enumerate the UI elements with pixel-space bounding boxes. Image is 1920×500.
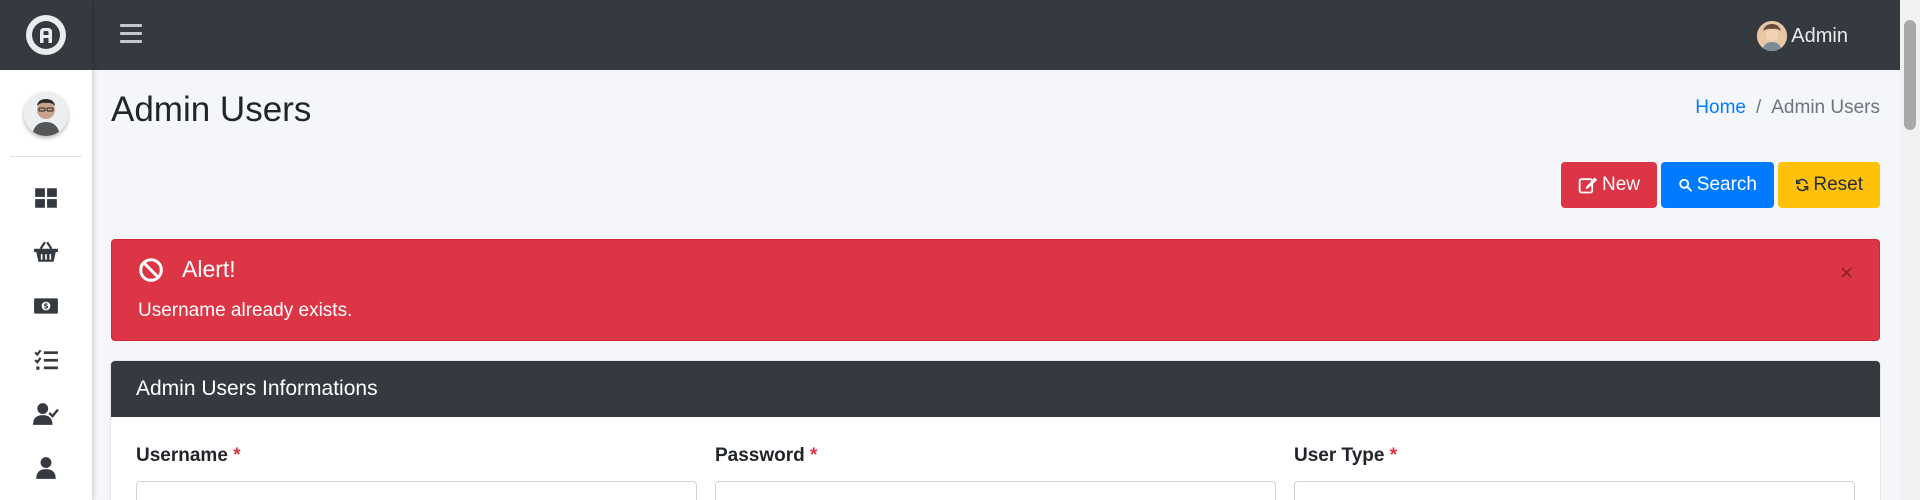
alert-header: Alert! — [138, 256, 236, 283]
required-mark: * — [810, 445, 818, 466]
user-type-label: User Type * — [1294, 445, 1398, 466]
username-input[interactable] — [136, 481, 697, 500]
new-button-label: New — [1601, 174, 1640, 195]
user-type-group: User Type * — [1294, 445, 1855, 500]
brand-logo-icon[interactable] — [26, 15, 66, 55]
user-check-icon — [33, 403, 59, 425]
password-label: Password * — [715, 445, 818, 466]
sidebar: $ — [0, 0, 92, 500]
basket-icon — [34, 241, 58, 262]
sidebar-item-orders[interactable] — [0, 225, 92, 279]
search-button-label: Search — [1696, 174, 1757, 195]
tasks-icon — [34, 349, 58, 370]
alert-title: Alert! — [182, 256, 236, 282]
dashboard-icon — [35, 188, 57, 208]
search-button[interactable]: Search — [1661, 162, 1774, 208]
required-mark: * — [233, 445, 241, 466]
breadcrumb-home-link[interactable]: Home — [1695, 97, 1746, 119]
vertical-scrollbar[interactable] — [1900, 0, 1920, 500]
user-type-select[interactable] — [1294, 481, 1855, 500]
sidebar-item-user-approval[interactable] — [0, 387, 92, 441]
page-title: Admin Users — [111, 90, 312, 129]
sidebar-item-tasks[interactable] — [0, 333, 92, 387]
breadcrumb-current: Admin Users — [1771, 97, 1880, 118]
card-title: Admin Users Informations — [111, 361, 1880, 417]
user-avatar-icon — [1757, 21, 1788, 51]
alert-close-button[interactable]: × — [1840, 262, 1853, 284]
menu-toggle-icon[interactable] — [120, 24, 142, 44]
password-group: Password * — [715, 445, 1276, 500]
sidebar-item-dashboard[interactable] — [0, 171, 92, 225]
svg-text:$: $ — [43, 302, 48, 311]
error-alert: Alert! Username already exists. × — [111, 239, 1880, 341]
top-navbar: Admin — [92, 0, 1900, 70]
scrollbar-thumb[interactable] — [1904, 20, 1916, 130]
breadcrumb: Home / Admin Users — [1695, 97, 1880, 119]
reset-button[interactable]: Reset — [1778, 162, 1880, 208]
sidebar-item-admin-users[interactable] — [0, 441, 92, 495]
password-input[interactable] — [715, 481, 1276, 500]
alert-message: Username already exists. — [138, 300, 353, 321]
user-name: Admin — [1791, 24, 1848, 47]
money-bill-icon: $ — [34, 298, 58, 314]
required-mark: * — [1389, 445, 1398, 466]
sidebar-divider — [10, 156, 82, 157]
new-button[interactable]: New — [1561, 162, 1657, 208]
search-icon — [1679, 178, 1692, 192]
user-icon — [36, 457, 56, 479]
sidebar-user-avatar[interactable] — [24, 92, 68, 136]
user-menu[interactable]: Admin — [1757, 21, 1848, 51]
action-toolbar: New Search Reset — [1561, 162, 1880, 208]
ban-icon — [139, 257, 163, 282]
sidebar-nav: $ — [0, 171, 92, 495]
username-label: Username * — [136, 445, 241, 466]
admin-users-form-card: Admin Users Informations Username * Pass… — [111, 361, 1880, 500]
username-group: Username * — [136, 445, 697, 500]
brand-logo-area[interactable] — [0, 0, 92, 70]
edit-icon — [1578, 177, 1598, 194]
breadcrumb-separator: / — [1755, 97, 1762, 118]
sync-icon — [1796, 178, 1809, 192]
reset-button-label: Reset — [1813, 174, 1863, 195]
sidebar-item-payments[interactable]: $ — [0, 279, 92, 333]
